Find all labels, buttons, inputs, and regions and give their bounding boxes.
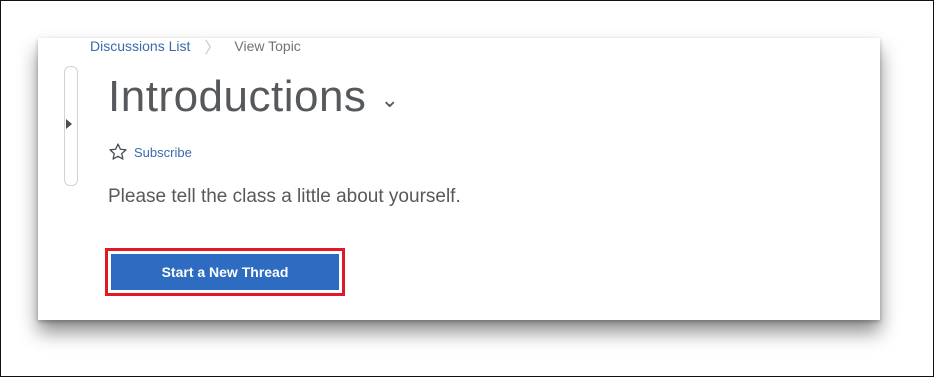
chevron-down-icon[interactable]: ⌄ — [380, 87, 399, 113]
start-new-thread-button[interactable]: Start a New Thread — [111, 254, 339, 290]
subscribe-link[interactable]: Subscribe — [108, 142, 192, 162]
star-outline-icon — [109, 143, 127, 160]
topic-title: Introductions — [108, 72, 367, 121]
side-panel-toggle[interactable] — [64, 66, 78, 186]
chevron-right-icon: 〉 — [204, 40, 221, 57]
breadcrumb: Discussions List 〉 View Topic — [90, 34, 301, 58]
breadcrumb-link-discussions-list[interactable]: Discussions List — [90, 38, 190, 54]
highlight-outline: Start a New Thread — [105, 248, 345, 296]
subscribe-label: Subscribe — [134, 144, 192, 160]
topic-description: Please tell the class a little about you… — [108, 186, 461, 207]
breadcrumb-current-view-topic: View Topic — [234, 38, 301, 54]
page-title: Introductions ⌄ — [108, 72, 399, 122]
discussion-topic-panel: Discussions List 〉 View Topic Introducti… — [38, 38, 880, 320]
caret-right-icon — [66, 119, 72, 129]
